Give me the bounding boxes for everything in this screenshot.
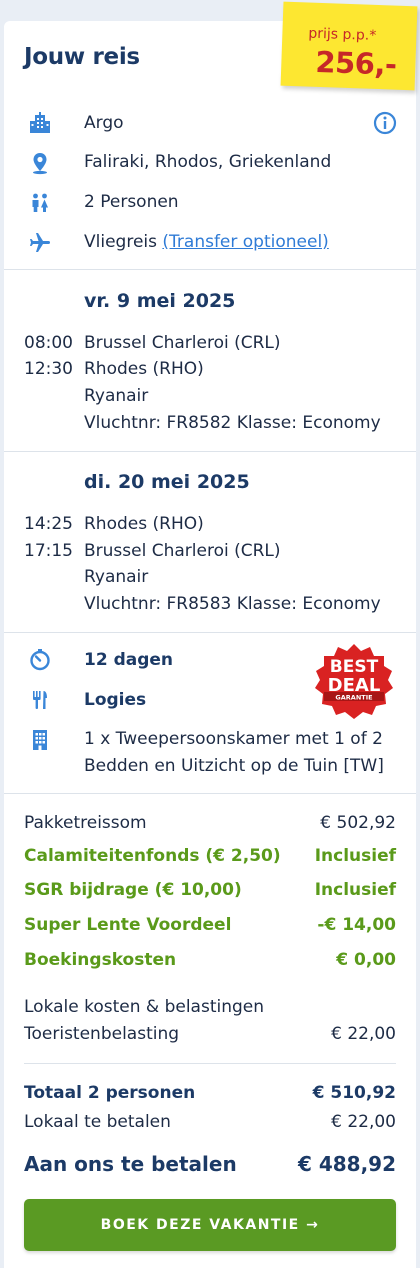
outbound-depart-airport: Brussel Charleroi (CRL) [84, 333, 281, 353]
discount-value: -€ 14,00 [317, 915, 396, 935]
amount-due-label: Aan ons te betalen [24, 1152, 237, 1176]
total-row: Totaal 2 personen € 510,92 [24, 1083, 396, 1103]
tourist-tax-row: Toeristenbelasting € 22,00 [24, 1024, 396, 1044]
outbound-airline: Ryanair [84, 386, 149, 406]
calamity-label: Calamiteitenfonds (€ 2,50) [24, 846, 281, 866]
discount-label: Super Lente Voordeel [24, 915, 232, 935]
amount-due-row: Aan ons te betalen € 488,92 [24, 1152, 396, 1176]
book-vacation-button[interactable]: BOEK DEZE VAKANTIE → [24, 1199, 396, 1251]
local-pay-label: Lokaal te betalen [24, 1112, 171, 1132]
location-pin-icon [28, 151, 52, 175]
outbound-depart-time: 08:00 [24, 333, 73, 353]
booking-value: € 0,00 [336, 950, 396, 970]
booking-label: Boekingskosten [24, 950, 177, 970]
return-airline: Ryanair [84, 567, 149, 587]
room-description-line1: 1 x Tweepersoonskamer met 1 of 2 [84, 729, 383, 749]
divider [4, 451, 416, 452]
outbound-flight-info: Vluchtnr: FR8582 Klasse: Economy [84, 413, 381, 433]
package-label: Pakketreissom [24, 813, 147, 833]
page-title: Jouw reis [24, 44, 140, 70]
divider [4, 632, 416, 633]
price-label: prijs p.p.* [308, 25, 377, 44]
persons: 2 Personen [84, 192, 179, 212]
divider [4, 793, 416, 794]
return-arrive-airport: Brussel Charleroi (CRL) [84, 541, 281, 561]
best-deal-badge: BEST DEAL GARANTIE [314, 642, 394, 722]
outbound-arrive-airport: Rhodes (RHO) [84, 359, 204, 379]
duration-icon [28, 648, 52, 672]
package-value: € 502,92 [320, 813, 396, 833]
local-pay-row: Lokaal te betalen € 22,00 [24, 1112, 396, 1132]
discount-row: Super Lente Voordeel -€ 14,00 [24, 915, 396, 935]
outbound-date: vr. 9 mei 2025 [84, 290, 236, 312]
return-depart-time: 14:25 [24, 514, 73, 534]
building-icon [28, 111, 52, 135]
cutlery-icon [28, 688, 52, 712]
room-icon [28, 728, 52, 752]
stay-duration: 12 dagen [84, 650, 174, 670]
sgr-row: SGR bijdrage (€ 10,00) Inclusief [24, 880, 396, 900]
return-flight-info: Vluchtnr: FR8583 Klasse: Economy [84, 594, 381, 614]
calamity-fund-row: Calamiteitenfonds (€ 2,50) Inclusief [24, 846, 396, 866]
tourist-tax-value: € 22,00 [331, 1024, 396, 1044]
tourist-tax-label: Toeristenbelasting [24, 1024, 180, 1044]
badge-garantie: GARANTIE [335, 694, 372, 702]
local-costs-heading: Lokale kosten & belastingen [24, 997, 265, 1017]
outbound-arrive-time: 12:30 [24, 359, 73, 379]
return-arrive-time: 17:15 [24, 541, 73, 561]
return-date: di. 20 mei 2025 [84, 471, 250, 493]
room-description-line2: Bedden en Uitzicht op de Tuin [TW] [84, 756, 384, 776]
total-value: € 510,92 [312, 1083, 396, 1103]
sgr-value: Inclusief [314, 880, 396, 900]
travel-type: Vliegreis [84, 232, 157, 252]
total-label: Totaal 2 personen [24, 1083, 196, 1103]
calamity-value: Inclusief [314, 846, 396, 866]
board-type: Logies [84, 690, 147, 710]
amount-due-value: € 488,92 [297, 1152, 396, 1176]
price-value: 256,- [314, 44, 398, 82]
return-depart-airport: Rhodes (RHO) [84, 514, 204, 534]
price-sticker: prijs p.p.* 256,- [280, 1, 418, 91]
badge-best: BEST [330, 657, 379, 677]
info-icon[interactable] [373, 111, 397, 135]
persons-icon [28, 191, 52, 215]
divider [4, 269, 416, 270]
divider [24, 1063, 396, 1064]
airplane-icon [28, 231, 52, 255]
sgr-label: SGR bijdrage (€ 10,00) [24, 880, 242, 900]
location: Faliraki, Rhodos, Griekenland [84, 152, 332, 172]
transfer-optional-link[interactable]: (Transfer optioneel) [162, 232, 328, 252]
local-pay-value: € 22,00 [331, 1112, 396, 1132]
local-costs-heading-row: Lokale kosten & belastingen [24, 997, 396, 1017]
travel-type-row: Vliegreis (Transfer optioneel) [84, 232, 329, 252]
package-price-row: Pakketreissom € 502,92 [24, 813, 396, 833]
booking-fee-row: Boekingskosten € 0,00 [24, 950, 396, 970]
hotel-name: Argo [84, 113, 124, 133]
